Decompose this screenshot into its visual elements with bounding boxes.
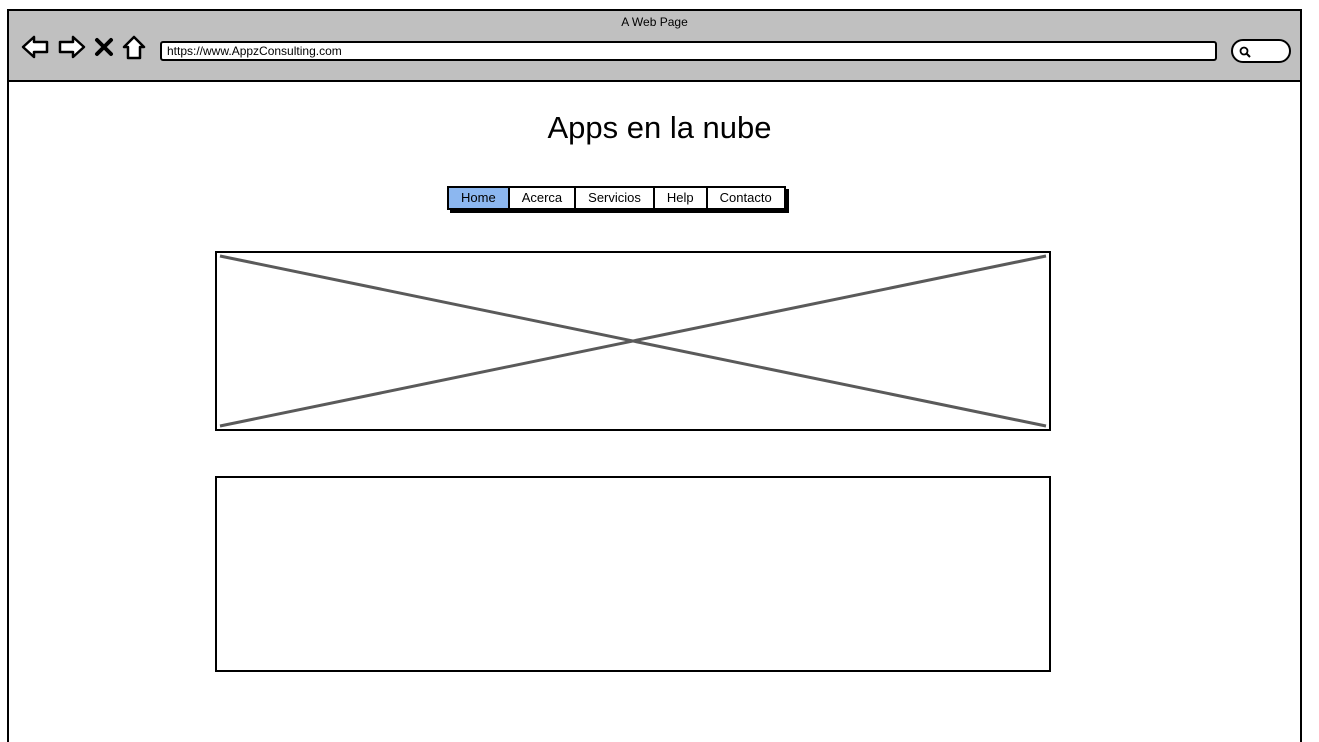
- tab-acerca[interactable]: Acerca: [509, 188, 577, 208]
- page-title: Apps en la nube: [547, 110, 772, 145]
- placeholder-cross-icon: [219, 254, 1047, 428]
- close-icon[interactable]: [93, 33, 115, 61]
- browser-chrome-bar: A Web Page https://www.AppzConsulting.co…: [9, 11, 1300, 82]
- tab-home[interactable]: Home: [449, 188, 510, 208]
- search-field[interactable]: [1231, 39, 1291, 63]
- tab-servicios[interactable]: Servicios: [576, 188, 655, 208]
- tab-contacto[interactable]: Contacto: [707, 188, 784, 208]
- forward-icon[interactable]: [57, 33, 87, 61]
- search-icon: [1239, 46, 1251, 58]
- home-icon[interactable]: [121, 33, 147, 61]
- content-box: [215, 476, 1051, 672]
- window-title: A Web Page: [621, 15, 688, 29]
- back-icon[interactable]: [20, 33, 50, 61]
- image-placeholder: [215, 251, 1051, 431]
- address-bar[interactable]: https://www.AppzConsulting.com: [160, 41, 1217, 61]
- tab-help[interactable]: Help: [654, 188, 708, 208]
- nav-tabs: Home Acerca Servicios Help Contacto: [447, 186, 786, 210]
